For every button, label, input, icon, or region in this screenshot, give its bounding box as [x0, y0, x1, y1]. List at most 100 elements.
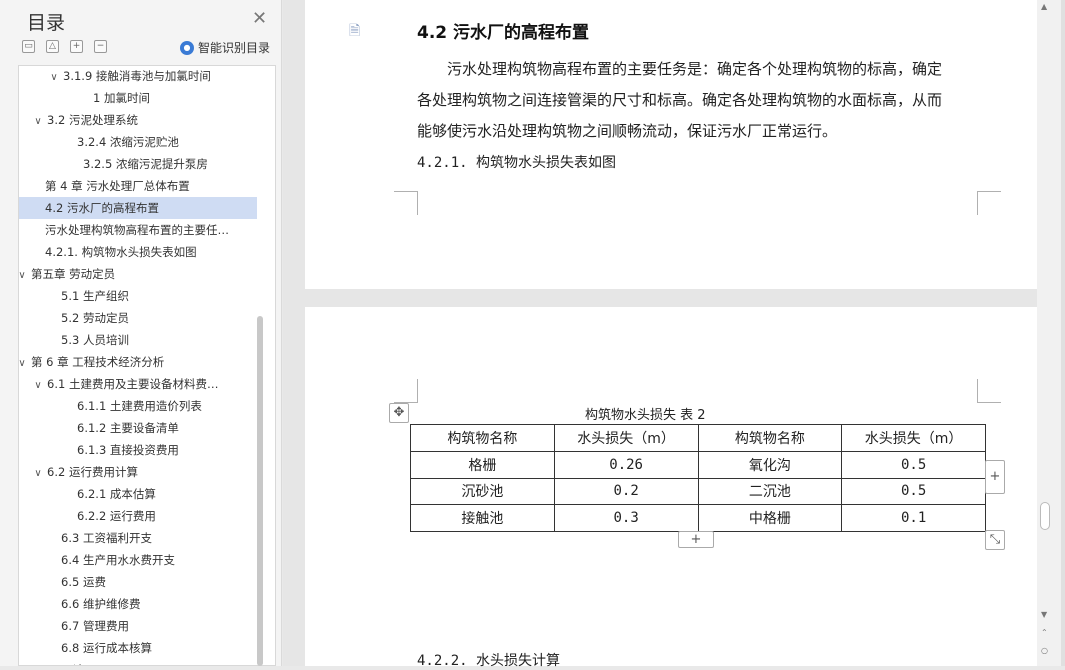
close-icon[interactable]: ✕	[252, 8, 267, 29]
head-loss-table[interactable]: 构筑物名称 水头损失（m） 构筑物名称 水头损失（m） 格栅 0.26 氧化沟 …	[410, 424, 986, 532]
toc-item-label: 6.2.2 运行费用	[77, 509, 156, 523]
toc-item-label: 6.2.1 成本估算	[77, 487, 156, 501]
outline-scrollbar[interactable]	[257, 316, 263, 666]
toc-item[interactable]: ∨ 6.2 运行费用计算	[19, 461, 257, 483]
move-table-handle[interactable]: ✥	[389, 403, 409, 423]
add-heading-icon[interactable]: +	[70, 40, 83, 53]
toc-item[interactable]: 5.2 劳动定员	[19, 307, 257, 329]
toc-item-label: 6.5 运费	[61, 575, 106, 589]
toc-item[interactable]: 6.7 管理费用	[19, 615, 257, 637]
ai-icon: ●	[180, 40, 194, 55]
subheading: 4.2.2. 水头损失计算	[417, 653, 561, 669]
toc-item[interactable]: 5.3 人员培训	[19, 329, 257, 351]
table-cell[interactable]: 0.5	[841, 450, 986, 479]
toc-item[interactable]: 1 加氯时间	[19, 87, 257, 109]
chevron-down-icon[interactable]: ∨	[19, 265, 29, 285]
chevron-down-icon[interactable]: ∨	[31, 375, 45, 395]
toc-item[interactable]: 4.2 污水厂的高程布置	[19, 197, 257, 219]
table-cell[interactable]: 沉砂池	[410, 477, 555, 506]
header-cell[interactable]: 构筑物名称	[410, 424, 555, 452]
table-cell[interactable]: 0.2	[553, 477, 699, 506]
toc-item[interactable]: 6.1.1 土建费用造价列表	[19, 395, 257, 417]
chevron-down-icon[interactable]: ∨	[31, 111, 45, 131]
table-cell[interactable]: 格栅	[410, 450, 555, 479]
add-row-button[interactable]: +	[678, 531, 714, 548]
toc-item[interactable]: 污水处理构筑物高程布置的主要任…	[19, 219, 257, 241]
toc-item[interactable]: ∨ 第 6 章 工程技术经济分析	[19, 351, 257, 373]
toc-item-label: 5.1 生产组织	[61, 289, 129, 303]
toc-item-label: 6.6 维护维修费	[61, 597, 141, 611]
next-page-icon[interactable]: ○	[1041, 646, 1048, 655]
toc-item[interactable]: 6.4 生产用水水费开支	[19, 549, 257, 571]
scroll-down-icon[interactable]: ▼	[1041, 610, 1047, 619]
table-header-row: 构筑物名称 水头损失（m） 构筑物名称 水头损失（m）	[410, 424, 986, 452]
table-cell[interactable]: 0.5	[841, 477, 986, 506]
toc-item[interactable]: 6.1.3 直接投资费用	[19, 439, 257, 461]
add-column-button[interactable]: +	[985, 460, 1005, 494]
paragraph-line: 能够使污水沿处理构筑物之间顺畅流动，保证污水厂正常运行。	[417, 122, 838, 140]
right-edge-strip	[1061, 0, 1065, 666]
table-caption: 构筑物水头损失 表 2	[585, 408, 706, 423]
header-cell[interactable]: 水头损失（m）	[553, 424, 699, 452]
chevron-down-icon[interactable]: ∨	[19, 353, 29, 373]
toc-item-label: 6.3 工资福利开支	[61, 531, 152, 545]
toc-item[interactable]: ∨ 第五章 劳动定员	[19, 263, 257, 285]
table-cell[interactable]: 0.3	[553, 504, 699, 532]
toc-item-label: 3.2.5 浓缩污泥提升泵房	[83, 157, 208, 171]
toc-item[interactable]: ∨ 3.2 污泥处理系统	[19, 109, 257, 131]
resize-table-handle[interactable]: ⤡	[985, 530, 1005, 550]
scroll-up-icon[interactable]: ▲	[1041, 2, 1047, 11]
toc-tree: ∨ 3.1.9 接触消毒池与加氯时间 1 加氯时间 ∨ 3.2 污泥处理系统 3.2.4 …	[18, 65, 276, 666]
expand-up-icon[interactable]: △	[46, 40, 59, 53]
page-icon[interactable]: 🗎	[349, 20, 360, 44]
toc-item-label: 1 加氯时间	[93, 91, 150, 105]
outline-title: 目录	[27, 12, 66, 34]
table-cell[interactable]: 0.1	[841, 504, 986, 532]
toc-item-label: 6.1.1 土建费用造价列表	[77, 399, 202, 413]
chevron-down-icon[interactable]: ∨	[31, 463, 45, 483]
smart-recognize-toc-button[interactable]: ● 智能识别目录	[180, 39, 270, 56]
toc-item[interactable]: 6.3 工资福利开支	[19, 527, 257, 549]
table-cell[interactable]: 中格栅	[697, 504, 843, 532]
toc-item[interactable]: 6.1.2 主要设备清单	[19, 417, 257, 439]
table-row: 接触池 0.3 中格栅 0.1	[410, 504, 986, 532]
toc-item[interactable]: 3.2.4 浓缩污泥贮池	[19, 131, 257, 153]
toc-item-label: 6.4 生产用水水费开支	[61, 553, 175, 567]
toc-item-label: 3.2.4 浓缩污泥贮池	[77, 135, 179, 149]
remove-heading-icon[interactable]: −	[94, 40, 107, 53]
outline-panel: 目录 ✕ ▭ △ + − ● 智能识别目录 ∨ 3.1.9 接触消毒池与加氯时间 1…	[0, 0, 282, 666]
toc-item[interactable]: 4.2.1. 构筑物水头损失表如图	[19, 241, 257, 263]
toc-item[interactable]: 6.6 维护维修费	[19, 593, 257, 615]
toc-item[interactable]: ∨ 6.1 土建费用及主要设备材料费…	[19, 373, 257, 395]
toc-item[interactable]: Fo... 论	[19, 659, 257, 665]
toc-item-label: 第五章 劳动定员	[31, 267, 116, 281]
header-cell[interactable]: 构筑物名称	[697, 424, 843, 452]
toc-item[interactable]: 3.2.5 浓缩污泥提升泵房	[19, 153, 257, 175]
toc-item[interactable]: 6.2.2 运行费用	[19, 505, 257, 527]
toc-item[interactable]: 6.2.1 成本估算	[19, 483, 257, 505]
toc-item-label: 5.3 人员培训	[61, 333, 129, 347]
toc-item-label: 6.1.3 直接投资费用	[77, 443, 179, 457]
toc-item[interactable]: 5.1 生产组织	[19, 285, 257, 307]
table-cell[interactable]: 二沉池	[697, 477, 843, 506]
subheading: 4.2.1. 构筑物水头损失表如图	[417, 155, 617, 171]
toc-item[interactable]: ∨ 3.1.9 接触消毒池与加氯时间	[19, 66, 257, 87]
table-row: 沉砂池 0.2 二沉池 0.5	[410, 477, 986, 506]
document-area: 🗎 4.2 污水厂的高程布置 污水处理构筑物高程布置的主要任务是：确定各个处理构…	[283, 0, 1037, 669]
scrollbar-thumb[interactable]	[1040, 502, 1050, 530]
toc-item-label: 4.2.1. 构筑物水头损失表如图	[45, 245, 197, 259]
prev-page-icon[interactable]: ⌃	[1041, 628, 1048, 637]
chevron-down-icon[interactable]: ∨	[47, 67, 61, 87]
toc-item-label: 6.7 管理费用	[61, 619, 129, 633]
table-cell[interactable]: 0.26	[553, 450, 699, 479]
paragraph-line: 污水处理构筑物高程布置的主要任务是：确定各个处理构筑物的标高，确定	[447, 60, 943, 78]
toc-item-label: 6.8 运行成本核算	[61, 641, 152, 655]
header-cell[interactable]: 水头损失（m）	[841, 424, 986, 452]
table-cell[interactable]: 氧化沟	[697, 450, 843, 479]
toc-item[interactable]: 6.5 运费	[19, 571, 257, 593]
collapse-all-icon[interactable]: ▭	[22, 40, 35, 53]
toc-item[interactable]: 第 4 章 污水处理厂总体布置	[19, 175, 257, 197]
table-cell[interactable]: 接触池	[410, 504, 555, 532]
toc-item[interactable]: 6.8 运行成本核算	[19, 637, 257, 659]
page-corner-mark	[394, 379, 418, 403]
